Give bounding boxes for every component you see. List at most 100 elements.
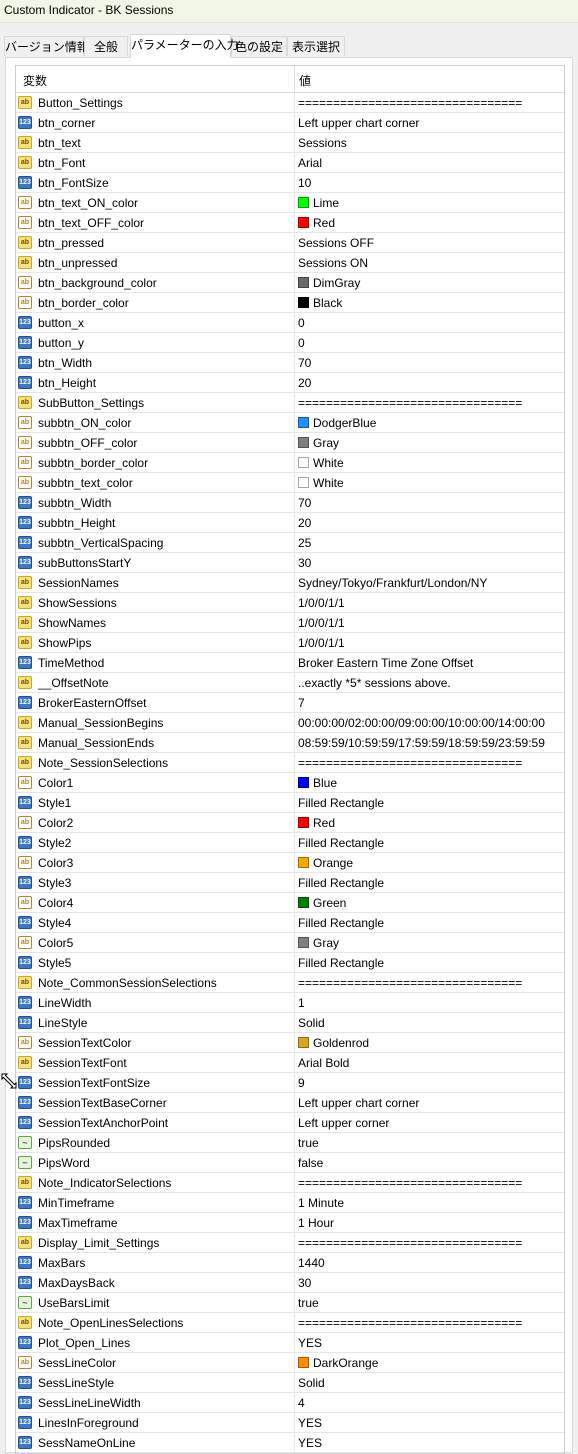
parameter-value[interactable]: Filled Rectangle bbox=[298, 956, 384, 970]
parameter-value[interactable]: 4 bbox=[298, 1396, 305, 1410]
parameter-value[interactable]: 08:59:59/10:59:59/17:59:59/18:59:59/23:5… bbox=[298, 736, 545, 750]
parameter-value[interactable]: Red bbox=[298, 816, 335, 830]
parameter-value[interactable]: 1 Hour bbox=[298, 1216, 334, 1230]
parameter-row[interactable]: ab btn_unpressed Sessions ON bbox=[16, 253, 564, 273]
parameter-row[interactable]: ab ShowPips 1/0/0/1/1 bbox=[16, 633, 564, 653]
parameter-value[interactable]: 1 bbox=[298, 996, 305, 1010]
parameter-value[interactable]: 1/0/0/1/1 bbox=[298, 616, 345, 630]
tab-display-selection[interactable]: 表示選択 bbox=[287, 36, 345, 56]
parameter-row[interactable]: ab Note_OpenLinesSelections ==============… bbox=[16, 1313, 564, 1333]
parameter-row[interactable]: ab Color4 Green bbox=[16, 893, 564, 913]
parameter-value[interactable]: DimGray bbox=[298, 276, 360, 290]
parameter-value[interactable]: Solid bbox=[298, 1376, 325, 1390]
parameter-row[interactable]: 123 subbtn_Width 70 bbox=[16, 493, 564, 513]
tab-input-parameters[interactable]: パラメーターの入力 bbox=[130, 34, 239, 58]
parameter-value[interactable]: White bbox=[298, 456, 344, 470]
parameter-row[interactable]: 123 Style1 Filled Rectangle bbox=[16, 793, 564, 813]
parameter-row[interactable]: ab btn_text_ON_color Lime bbox=[16, 193, 564, 213]
parameter-row[interactable]: ab btn_pressed Sessions OFF bbox=[16, 233, 564, 253]
parameter-row[interactable]: ab Button_Settings =======================… bbox=[16, 93, 564, 113]
parameter-row[interactable]: 123 TimeMethod Broker Eastern Time Zone Of… bbox=[16, 653, 564, 673]
parameter-value[interactable]: DodgerBlue bbox=[298, 416, 376, 430]
parameter-row[interactable]: ab btn_Font Arial bbox=[16, 153, 564, 173]
parameter-value[interactable]: Sessions OFF bbox=[298, 236, 374, 250]
parameter-value[interactable]: Broker Eastern Time Zone Offset bbox=[298, 656, 473, 670]
parameter-value[interactable]: ================================ bbox=[298, 1316, 522, 1330]
parameter-value[interactable]: 1/0/0/1/1 bbox=[298, 636, 345, 650]
parameter-row[interactable]: 123 SessLineStyle Solid bbox=[16, 1373, 564, 1393]
parameter-value[interactable]: true bbox=[298, 1296, 319, 1310]
parameter-row[interactable]: 123 SessionTextAnchorPoint Left upper corn… bbox=[16, 1113, 564, 1133]
parameter-row[interactable]: 123 btn_corner Left upper chart corner bbox=[16, 113, 564, 133]
parameter-value[interactable]: Sessions bbox=[298, 136, 347, 150]
parameter-value[interactable]: 0 bbox=[298, 316, 305, 330]
parameter-row[interactable]: 123 btn_FontSize 10 bbox=[16, 173, 564, 193]
parameter-value[interactable]: DarkOrange bbox=[298, 1356, 378, 1370]
parameter-row[interactable]: 123 BrokerEasternOffset 7 bbox=[16, 693, 564, 713]
parameter-value[interactable]: 1/0/0/1/1 bbox=[298, 596, 345, 610]
parameter-row[interactable]: 123 subbtn_VerticalSpacing 25 bbox=[16, 533, 564, 553]
parameter-value[interactable]: Blue bbox=[298, 776, 337, 790]
parameter-value[interactable]: Black bbox=[298, 296, 342, 310]
parameter-row[interactable]: ab Color5 Gray bbox=[16, 933, 564, 953]
parameter-row[interactable]: ab Note_SessionSelections ================… bbox=[16, 753, 564, 773]
parameter-value[interactable]: 7 bbox=[298, 696, 305, 710]
parameter-value[interactable]: ================================ bbox=[298, 1176, 522, 1190]
parameter-value[interactable]: ================================ bbox=[298, 756, 522, 770]
parameter-row[interactable]: 123 LineWidth 1 bbox=[16, 993, 564, 1013]
parameter-value[interactable]: 30 bbox=[298, 556, 311, 570]
parameter-value[interactable]: YES bbox=[298, 1436, 322, 1450]
parameter-row[interactable]: 123 Style4 Filled Rectangle bbox=[16, 913, 564, 933]
parameter-row[interactable]: ab subbtn_OFF_color Gray bbox=[16, 433, 564, 453]
parameter-row[interactable]: 123 button_x 0 bbox=[16, 313, 564, 333]
parameter-row[interactable]: 123 MinTimeframe 1 Minute bbox=[16, 1193, 564, 1213]
parameter-row[interactable]: 123 Style5 Filled Rectangle bbox=[16, 953, 564, 973]
parameter-row[interactable]: 123 MaxTimeframe 1 Hour bbox=[16, 1213, 564, 1233]
parameter-value[interactable]: YES bbox=[298, 1336, 322, 1350]
parameter-value[interactable]: Filled Rectangle bbox=[298, 916, 384, 930]
parameter-value[interactable]: 9 bbox=[298, 1076, 305, 1090]
parameter-value[interactable]: Sessions ON bbox=[298, 256, 368, 270]
parameter-row[interactable]: ab subbtn_text_color White bbox=[16, 473, 564, 493]
parameter-value[interactable]: ================================ bbox=[298, 976, 522, 990]
parameter-value[interactable]: 20 bbox=[298, 516, 311, 530]
column-divider[interactable] bbox=[294, 66, 295, 92]
parameter-row[interactable]: ab SessionNames Sydney/Tokyo/Frankfurt/Lon… bbox=[16, 573, 564, 593]
parameter-value[interactable]: Solid bbox=[298, 1016, 325, 1030]
parameter-row[interactable]: ab btn_background_color DimGray bbox=[16, 273, 564, 293]
parameter-value[interactable]: ================================ bbox=[298, 1236, 522, 1250]
parameter-row[interactable]: ~ PipsWord false bbox=[16, 1153, 564, 1173]
parameter-row[interactable]: ab __OffsetNote ..exactly *5* sessions abo… bbox=[16, 673, 564, 693]
parameter-value[interactable]: Left upper chart corner bbox=[298, 1096, 419, 1110]
parameter-row[interactable]: ab Color1 Blue bbox=[16, 773, 564, 793]
parameter-row[interactable]: ab subbtn_ON_color DodgerBlue bbox=[16, 413, 564, 433]
parameter-row[interactable]: ab SessLineColor DarkOrange bbox=[16, 1353, 564, 1373]
parameter-row[interactable]: 123 btn_Width 70 bbox=[16, 353, 564, 373]
parameter-value[interactable]: Filled Rectangle bbox=[298, 876, 384, 890]
parameter-value[interactable]: true bbox=[298, 1136, 319, 1150]
parameter-value[interactable]: 70 bbox=[298, 496, 311, 510]
parameter-value[interactable]: Left upper chart corner bbox=[298, 116, 419, 130]
parameter-value[interactable]: Left upper corner bbox=[298, 1116, 389, 1130]
column-header-value[interactable]: 値 bbox=[299, 72, 311, 89]
parameter-row[interactable]: 123 LineStyle Solid bbox=[16, 1013, 564, 1033]
parameter-value[interactable]: Goldenrod bbox=[298, 1036, 369, 1050]
parameter-row[interactable]: 123 subButtonsStartY 30 bbox=[16, 553, 564, 573]
parameter-row[interactable]: ab Color2 Red bbox=[16, 813, 564, 833]
parameter-value[interactable]: YES bbox=[298, 1416, 322, 1430]
parameter-value[interactable]: ..exactly *5* sessions above. bbox=[298, 676, 451, 690]
parameter-value[interactable]: 00:00:00/02:00:00/09:00:00/10:00:00/14:0… bbox=[298, 716, 545, 730]
parameter-row[interactable]: 123 Style2 Filled Rectangle bbox=[16, 833, 564, 853]
parameter-row[interactable]: ab btn_border_color Black bbox=[16, 293, 564, 313]
parameter-value[interactable]: Filled Rectangle bbox=[298, 796, 384, 810]
parameter-row[interactable]: ab Note_IndicatorSelections ==============… bbox=[16, 1173, 564, 1193]
parameter-row[interactable]: 123 LinesInForeground YES bbox=[16, 1413, 564, 1433]
parameter-row[interactable]: ab ShowSessions 1/0/0/1/1 bbox=[16, 593, 564, 613]
parameter-value[interactable]: ================================ bbox=[298, 396, 522, 410]
parameter-value[interactable]: Sydney/Tokyo/Frankfurt/London/NY bbox=[298, 576, 487, 590]
parameter-row[interactable]: ab SessionTextFont Arial Bold bbox=[16, 1053, 564, 1073]
parameter-value[interactable]: 1 Minute bbox=[298, 1196, 344, 1210]
parameter-row[interactable]: ab SubButton_Settings ====================… bbox=[16, 393, 564, 413]
parameter-row[interactable]: 123 btn_Height 20 bbox=[16, 373, 564, 393]
parameter-row[interactable]: 123 Style3 Filled Rectangle bbox=[16, 873, 564, 893]
